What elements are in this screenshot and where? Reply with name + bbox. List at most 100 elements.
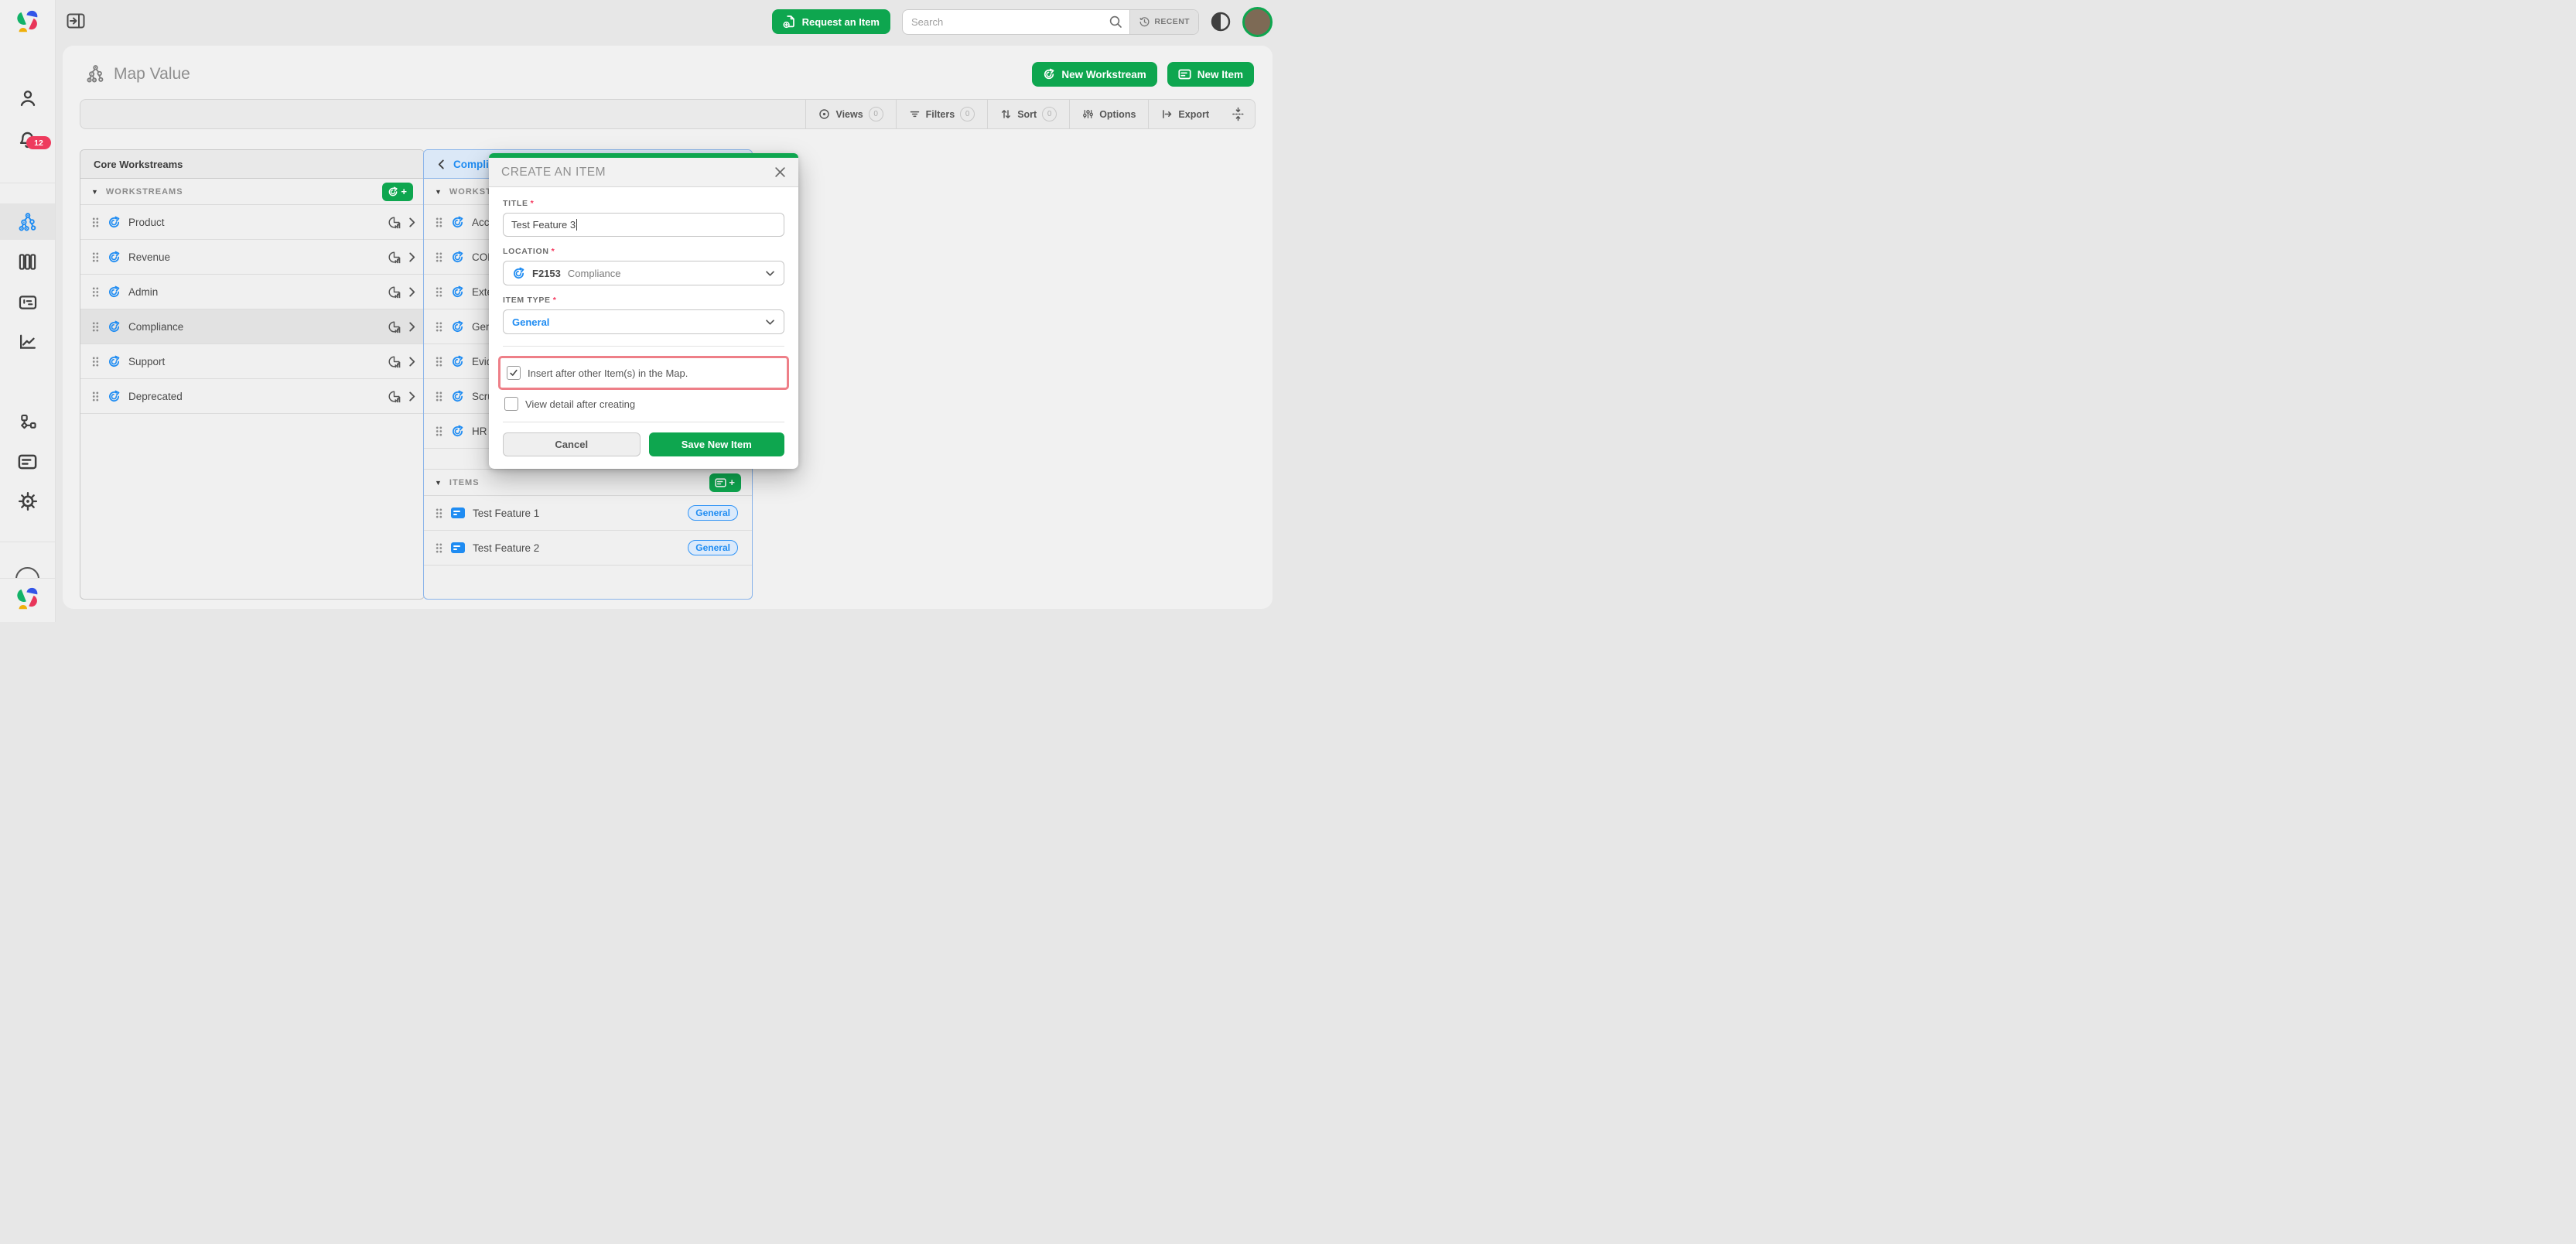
item-row-test-feature-1[interactable]: Test Feature 1 General (424, 496, 752, 531)
views-button[interactable]: Views 0 (805, 100, 895, 128)
drag-handle-icon[interactable] (435, 542, 443, 554)
drag-handle-icon[interactable] (91, 391, 100, 402)
drag-handle-icon[interactable] (435, 217, 443, 228)
chevron-right-icon[interactable] (408, 391, 416, 402)
workstream-row-revenue[interactable]: Revenue (80, 240, 424, 275)
stats-pie-icon[interactable] (388, 285, 401, 299)
workstream-loop-icon (451, 216, 464, 229)
view-detail-checkbox-row[interactable]: View detail after creating (504, 397, 783, 411)
workstream-loop-icon (108, 216, 121, 229)
location-name: Compliance (568, 268, 621, 279)
help-icon[interactable] (0, 567, 55, 578)
drag-handle-icon[interactable] (91, 321, 100, 333)
workstream-row-product[interactable]: Product (80, 205, 424, 240)
sidebar-item-board[interactable] (0, 292, 55, 313)
item-row-test-feature-2[interactable]: Test Feature 2 General (424, 531, 752, 566)
add-workstream-button[interactable]: + (382, 183, 413, 201)
left-sidebar: 12 (0, 0, 56, 622)
search-input[interactable] (910, 15, 1104, 29)
user-avatar[interactable] (1242, 7, 1273, 37)
chevron-right-icon[interactable] (408, 356, 416, 367)
item-type-badge[interactable]: General (688, 540, 738, 555)
sidebar-item-columns[interactable] (0, 252, 55, 272)
items-section-row[interactable]: ▼ ITEMS + (424, 469, 752, 496)
plus-icon: + (729, 477, 736, 488)
sidebar-item-profile[interactable] (0, 88, 55, 108)
add-item-button[interactable]: + (709, 473, 741, 492)
drag-handle-icon[interactable] (91, 356, 100, 367)
search-icon[interactable] (1109, 15, 1122, 29)
item-type-select[interactable]: General (503, 309, 784, 334)
item-card-icon (451, 508, 465, 518)
options-button[interactable]: Options (1069, 100, 1148, 128)
modal-divider (503, 346, 784, 347)
request-an-item-label: Request an Item (802, 16, 880, 28)
title-field-label: TITLE (503, 199, 528, 208)
sort-button[interactable]: Sort 0 (987, 100, 1069, 128)
sidebar-divider (0, 578, 55, 579)
sidebar-item-workflow[interactable] (0, 413, 55, 433)
drag-handle-icon[interactable] (91, 217, 100, 228)
stats-pie-icon[interactable] (388, 216, 401, 229)
workstream-row-support[interactable]: Support (80, 344, 424, 379)
chevron-right-icon[interactable] (408, 286, 416, 298)
new-item-button[interactable]: New Item (1167, 62, 1254, 87)
chevron-left-icon[interactable] (437, 159, 446, 170)
filters-count: 0 (960, 107, 975, 121)
theme-contrast-toggle-icon[interactable] (1211, 12, 1231, 32)
workstream-row-compliance[interactable]: Compliance (80, 309, 424, 344)
sidebar-item-chart[interactable] (0, 332, 55, 352)
collapse-rows-icon[interactable] (1221, 100, 1255, 128)
drag-handle-icon[interactable] (91, 286, 100, 298)
workstream-loop-icon (451, 285, 464, 299)
stats-pie-icon[interactable] (388, 355, 401, 368)
close-icon[interactable] (774, 166, 786, 178)
collapse-triangle-icon[interactable]: ▼ (435, 479, 442, 487)
sidebar-item-items[interactable] (0, 454, 55, 470)
workstreams-section-row[interactable]: ▼ WORKSTREAMS + (80, 179, 424, 205)
cancel-button[interactable]: Cancel (503, 432, 641, 456)
app-logo[interactable] (0, 9, 55, 34)
drag-handle-icon[interactable] (435, 391, 443, 402)
request-an-item-button[interactable]: Request an Item (772, 9, 890, 34)
sidebar-item-notifications[interactable]: 12 (0, 130, 55, 151)
drag-handle-icon[interactable] (435, 251, 443, 263)
drag-handle-icon[interactable] (91, 251, 100, 263)
collapse-triangle-icon[interactable]: ▼ (435, 188, 442, 196)
export-button[interactable]: Export (1148, 100, 1221, 128)
stats-pie-icon[interactable] (388, 320, 401, 333)
workstream-loop-icon (512, 267, 525, 280)
drag-handle-icon[interactable] (435, 356, 443, 367)
drag-handle-icon[interactable] (435, 425, 443, 437)
drag-handle-icon[interactable] (435, 321, 443, 333)
drag-handle-icon[interactable] (435, 508, 443, 519)
sidebar-item-map[interactable] (0, 212, 55, 232)
location-field-label: LOCATION (503, 247, 549, 256)
chevron-right-icon[interactable] (408, 251, 416, 263)
workstream-loop-icon (108, 320, 121, 333)
app-logo-bottom[interactable] (0, 586, 55, 611)
item-type-badge[interactable]: General (688, 505, 738, 521)
checkbox-unchecked[interactable] (504, 397, 518, 411)
filters-button[interactable]: Filters 0 (896, 100, 988, 128)
sidebar-item-settings[interactable] (0, 491, 55, 511)
workstream-row-deprecated[interactable]: Deprecated (80, 379, 424, 414)
chevron-right-icon[interactable] (408, 217, 416, 228)
workstream-row-admin[interactable]: Admin (80, 275, 424, 309)
item-name: Test Feature 1 (473, 508, 539, 519)
new-workstream-button[interactable]: New Workstream (1032, 62, 1156, 87)
chevron-right-icon[interactable] (408, 321, 416, 333)
sliders-icon (1082, 108, 1094, 120)
checkbox-checked[interactable] (507, 366, 521, 380)
title-input[interactable]: Test Feature 3 (503, 213, 784, 237)
location-select[interactable]: F2153 Compliance (503, 261, 784, 285)
stats-pie-icon[interactable] (388, 390, 401, 403)
stats-pie-icon[interactable] (388, 251, 401, 264)
drag-handle-icon[interactable] (435, 286, 443, 298)
recent-button[interactable]: RECENT (1129, 10, 1198, 34)
collapse-triangle-icon[interactable]: ▼ (91, 188, 99, 196)
export-label: Export (1178, 109, 1209, 120)
expand-sidebar-icon[interactable] (67, 13, 85, 29)
insert-after-checkbox-row[interactable]: Insert after other Item(s) in the Map. (507, 366, 781, 380)
save-new-item-button[interactable]: Save New Item (649, 432, 785, 456)
